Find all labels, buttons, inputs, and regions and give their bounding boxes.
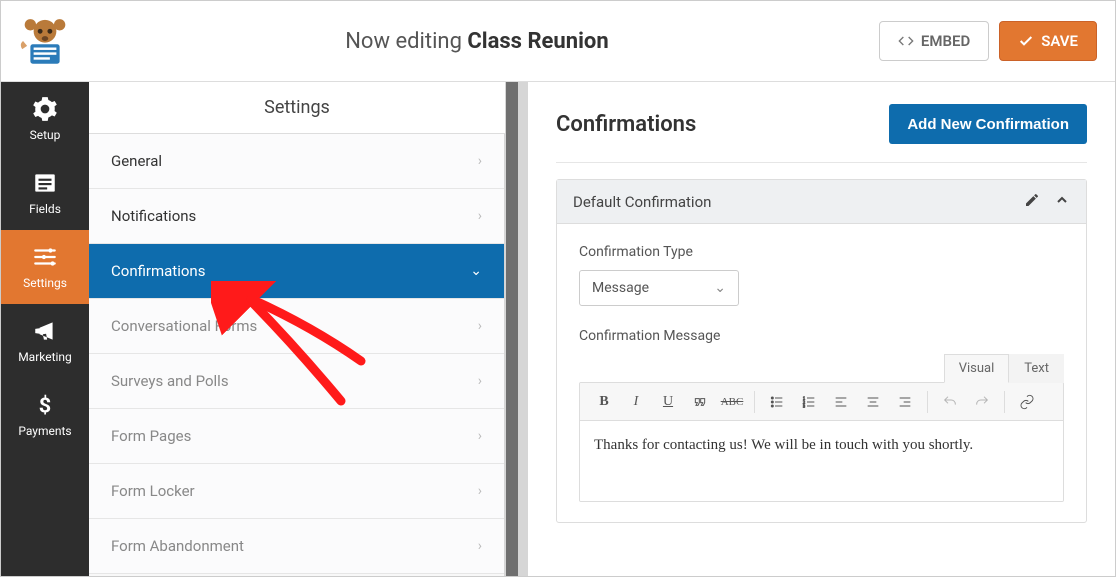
sidebar-item-settings[interactable]: Settings [1,230,89,304]
editor-toolbar: B I U ABC 123 [580,383,1063,421]
wpforms-logo [15,11,75,71]
align-right-button[interactable] [891,388,919,416]
align-left-button[interactable] [827,388,855,416]
editor-content[interactable]: Thanks for contacting us! We will be in … [580,421,1063,501]
sidebar-label: Fields [29,202,61,216]
main-header: Confirmations Add New Confirmation [556,104,1087,163]
settings-item-general[interactable]: General › [89,134,504,189]
code-icon [898,33,914,49]
settings-item-label: Form Pages [111,427,191,445]
settings-item-label: Form Abandonment [111,537,244,555]
settings-item-formpages[interactable]: Form Pages › [89,409,504,464]
chevron-right-icon: › [478,153,482,169]
settings-item-label: Notifications [111,207,196,225]
svg-text:3: 3 [803,403,805,408]
embed-label: EMBED [921,32,970,50]
settings-column: Settings General › Notifications › Confi… [89,82,506,576]
list-icon [32,170,58,196]
redo-button[interactable] [968,388,996,416]
form-name: Class Reunion [467,29,608,54]
svg-text:$: $ [39,394,51,418]
check-icon [1018,33,1034,49]
select-value: Message [592,280,649,296]
chevron-right-icon: › [478,373,482,389]
sidebar-item-fields[interactable]: Fields [1,156,89,230]
settings-header: Settings [89,82,505,134]
editor-tabs: Visual Text [579,354,1064,383]
confirmations-heading: Confirmations [556,112,696,137]
confirmation-message-label: Confirmation Message [579,328,1064,344]
quote-button[interactable] [686,388,714,416]
top-bar: Now editing Class Reunion EMBED SAVE [1,1,1115,82]
save-label: SAVE [1041,32,1078,50]
underline-button[interactable]: U [654,388,682,416]
panel-actions [1024,192,1070,212]
sliders-icon [32,244,58,270]
toolbar-separator [754,391,755,413]
align-center-button[interactable] [859,388,887,416]
undo-button[interactable] [936,388,964,416]
panel-title: Default Confirmation [573,193,711,211]
strikethrough-button[interactable]: ABC [718,388,746,416]
collapse-icon[interactable] [1054,192,1070,212]
settings-item-label: Confirmations [111,262,205,280]
settings-item-label: Conversational Forms [111,317,257,335]
bold-button[interactable]: B [590,388,618,416]
chevron-right-icon: › [478,428,482,444]
confirmation-type-label: Confirmation Type [579,244,1064,260]
settings-item-formlocker[interactable]: Form Locker › [89,464,504,519]
panel-body: Confirmation Type Message ⌄ Confirmation… [557,224,1086,522]
settings-item-label: Form Locker [111,482,195,500]
page-title: Now editing Class Reunion [75,29,879,54]
dollar-icon: $ [32,392,58,418]
settings-item-surveys[interactable]: Surveys and Polls › [89,354,504,409]
link-button[interactable] [1013,388,1041,416]
sidebar-item-payments[interactable]: $ Payments [1,378,89,452]
sidebar-label: Setup [30,128,61,142]
sidebar: Setup Fields Settings Marketing $ Paymen… [1,82,89,576]
settings-item-label: General [111,152,162,170]
settings-item-notifications[interactable]: Notifications › [89,189,504,244]
save-button[interactable]: SAVE [999,21,1097,61]
italic-button[interactable]: I [622,388,650,416]
numbered-list-button[interactable]: 123 [795,388,823,416]
sidebar-label: Marketing [18,350,72,364]
confirmation-panel: Default Confirmation Confirmation Type M… [556,179,1087,523]
settings-item-conversational[interactable]: Conversational Forms › [89,299,504,354]
chevron-down-icon: ⌄ [470,263,482,279]
panel-header[interactable]: Default Confirmation [557,180,1086,224]
main-content: Confirmations Add New Confirmation Defau… [528,82,1115,576]
tab-text[interactable]: Text [1009,354,1064,383]
settings-item-label: Surveys and Polls [111,372,229,390]
chevron-right-icon: › [478,208,482,224]
embed-button[interactable]: EMBED [879,21,989,61]
settings-item-confirmations[interactable]: Confirmations ⌄ [89,244,504,299]
confirmation-type-select[interactable]: Message ⌄ [579,270,739,306]
chevron-down-icon: ⌄ [714,280,726,296]
chevron-right-icon: › [478,483,482,499]
sidebar-label: Settings [23,276,67,290]
now-editing-label: Now editing [345,29,462,54]
toolbar-separator [927,391,928,413]
sidebar-item-marketing[interactable]: Marketing [1,304,89,378]
chevron-right-icon: › [478,538,482,554]
edit-icon[interactable] [1024,192,1040,212]
gear-icon [32,96,58,122]
add-confirmation-button[interactable]: Add New Confirmation [889,104,1087,144]
settings-list: General › Notifications › Confirmations … [89,134,505,576]
app-body: Setup Fields Settings Marketing $ Paymen… [1,82,1115,576]
bullhorn-icon [32,318,58,344]
toolbar-separator [1004,391,1005,413]
app-frame: Now editing Class Reunion EMBED SAVE Set… [0,0,1116,577]
sidebar-item-setup[interactable]: Setup [1,82,89,156]
scroll-gutter [506,82,528,576]
rich-text-editor: B I U ABC 123 [579,382,1064,502]
settings-item-abandonment[interactable]: Form Abandonment › [89,519,504,574]
sidebar-label: Payments [18,424,71,438]
bullet-list-button[interactable] [763,388,791,416]
tab-visual[interactable]: Visual [944,354,1010,383]
chevron-right-icon: › [478,318,482,334]
